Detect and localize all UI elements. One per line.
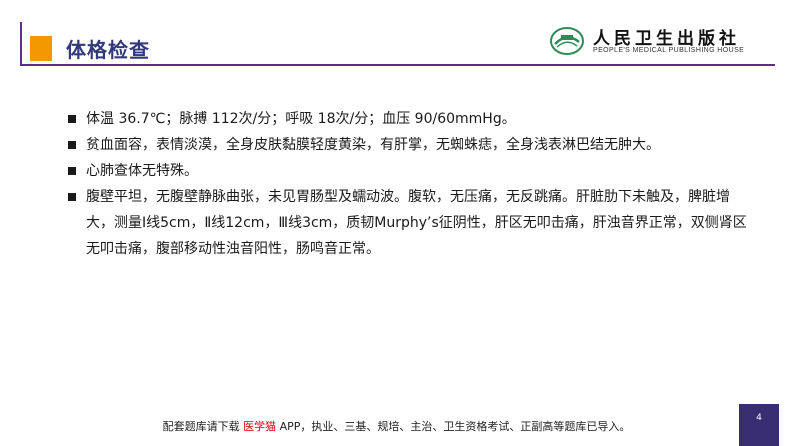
list-item: 腹壁平坦，无腹壁静脉曲张，未见胃肠型及蠕动波。腹软，无压痛，无反跳痛。肝脏肋下未…: [68, 184, 748, 262]
page-number: 4: [739, 404, 779, 446]
footer-brand-link[interactable]: 医学猫: [243, 420, 276, 433]
page-title: 体格检查: [66, 38, 150, 62]
footer-text-before: 配套题库请下载: [162, 420, 244, 433]
bullet-icon: [68, 193, 76, 201]
footer-text-after: APP，执业、三基、规培、主治、卫生资格考试、正副高等题库已导入。: [276, 420, 631, 433]
list-item-text: 体温 36.7℃；脉搏 112次/分；呼吸 18次/分；血压 90/60mmHg…: [86, 111, 516, 127]
publisher-name-cn: 人民卫生出版社: [593, 29, 740, 49]
publisher-logo: 人民卫生出版社 PEOPLE'S MEDICAL PUBLISHING HOUS…: [549, 24, 765, 60]
list-item: 贫血面容，表情淡漠，全身皮肤黏膜轻度黄染，有肝掌，无蜘蛛痣，全身浅表淋巴结无肿大…: [68, 132, 748, 158]
exam-findings: 体温 36.7℃；脉搏 112次/分；呼吸 18次/分；血压 90/60mmHg…: [68, 106, 748, 262]
list-item: 心肺查体无特殊。: [68, 158, 748, 184]
list-item-text: 腹壁平坦，无腹壁静脉曲张，未见胃肠型及蠕动波。腹软，无压痛，无反跳痛。肝脏肋下未…: [86, 189, 747, 257]
title-underline: [62, 64, 775, 66]
bullet-icon: [68, 115, 76, 123]
bullet-icon: [68, 167, 76, 175]
publisher-name-en: PEOPLE'S MEDICAL PUBLISHING HOUSE: [593, 47, 745, 54]
publisher-logo-icon: [550, 27, 584, 55]
title-accent-square: [30, 36, 52, 61]
bullet-icon: [68, 141, 76, 149]
footer-notice: 配套题库请下载 医学猫 APP，执业、三基、规培、主治、卫生资格考试、正副高等题…: [0, 418, 793, 434]
header-corner-horizontal: [20, 64, 64, 66]
list-item-text: 心肺查体无特殊。: [86, 163, 198, 179]
header-corner-vertical: [20, 22, 22, 66]
list-item: 体温 36.7℃；脉搏 112次/分；呼吸 18次/分；血压 90/60mmHg…: [68, 106, 748, 132]
list-item-text: 贫血面容，表情淡漠，全身皮肤黏膜轻度黄染，有肝掌，无蜘蛛痣，全身浅表淋巴结无肿大…: [86, 137, 660, 153]
